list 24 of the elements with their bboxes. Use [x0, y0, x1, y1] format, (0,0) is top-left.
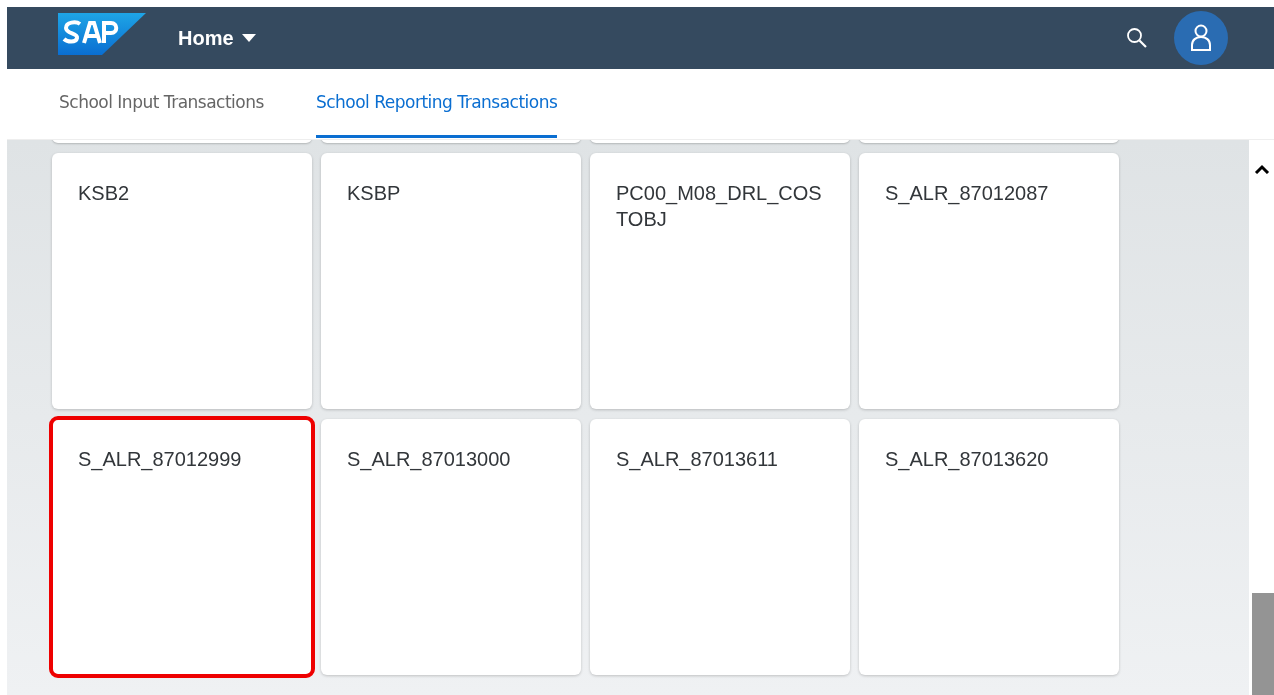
tab[interactable]: School Input Transactions [59, 69, 264, 138]
logo-icon[interactable] [58, 13, 146, 55]
app-tile[interactable]: KSBP [321, 153, 581, 409]
tile-title: S_ALR_87013620 [885, 447, 1050, 472]
home-menu-button[interactable]: Home [178, 26, 256, 50]
tile-title: KSB2 [78, 181, 131, 206]
tile-title: S_ALR_87012999 [78, 447, 243, 472]
tile-title: S_ALR_87013000 [347, 447, 512, 472]
app-tile[interactable]: S_ALR_87013620 [859, 419, 1119, 675]
scroll-up-icon[interactable] [1253, 164, 1270, 174]
app-tile[interactable]: PC00_M08_DRL_COSTOBJ [590, 153, 850, 409]
caret-icon [241, 34, 256, 42]
app-tile[interactable]: S_ALR_87012087 [859, 153, 1119, 409]
app-tile[interactable]: S_ALR_87012999 [52, 419, 312, 675]
user-avatar-icon[interactable] [1174, 11, 1228, 65]
app-tile[interactable]: S_ALR_87013000 [321, 419, 581, 675]
tile-title: PC00_M08_DRL_COSTOBJ [616, 181, 823, 232]
app-tile[interactable]: S_ALR_87013611 [590, 419, 850, 675]
search-icon[interactable] [1126, 27, 1148, 49]
app-tile[interactable]: KSB2 [52, 153, 312, 409]
tile-title: KSBP [347, 181, 402, 206]
scrollbar-thumb[interactable] [1252, 593, 1274, 695]
tile-title: S_ALR_87013611 [616, 447, 779, 472]
tile-title: S_ALR_87012087 [885, 181, 1050, 206]
